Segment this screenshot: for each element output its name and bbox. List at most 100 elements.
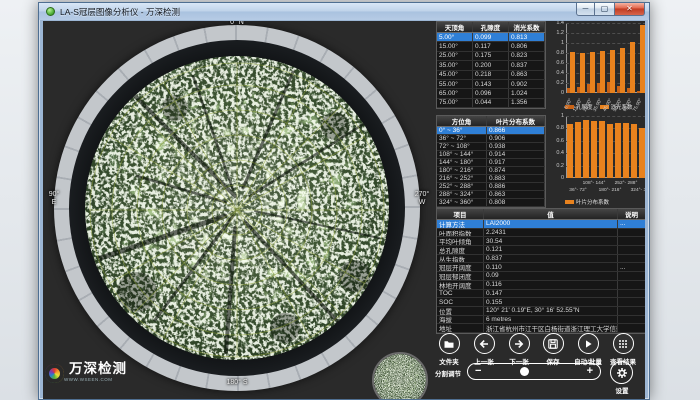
table-cell: 0.044 [473,99,509,107]
bar [610,50,615,93]
table-row[interactable]: 冠层开阔度0.110... [437,263,645,272]
close-button[interactable]: ✕ [614,3,645,16]
previous-button[interactable]: 上一张 [467,333,501,366]
slider-minus[interactable]: − [475,364,481,378]
table-row[interactable]: 180° ~ 216°0.874 [437,167,545,175]
table-cell: 180° ~ 216° [437,167,487,174]
save-button[interactable]: 保存 [536,333,570,366]
settings-button[interactable] [610,361,633,384]
table-row[interactable]: 位置120° 21' 0.19"E, 30° 16' 52.55"N [437,307,645,316]
table-cell: 平均叶倾角 [437,237,484,245]
table-cell: 55.00° [437,80,473,88]
table-cell: 0.099 [473,33,509,41]
table-cell: 30.54 [484,237,618,245]
table-row[interactable]: 15.00°0.1170.806 [437,42,545,51]
table-row[interactable]: 35.00°0.2000.837 [437,61,545,70]
next-button[interactable]: 下一张 [502,333,536,366]
bar [640,25,645,93]
table-row[interactable]: 林地开阔度0.116 [437,281,645,290]
column-header[interactable]: 项目 [437,209,484,219]
bar [575,122,580,178]
table-row[interactable]: 252° ~ 288°0.886 [437,183,545,191]
maximize-button[interactable]: ▢ [595,3,614,16]
column-header[interactable]: 天顶角 [437,22,473,32]
table-row[interactable]: 地址浙江省杭州市江干区白杨街道浙江理工大学信勤南路 [437,324,645,333]
column-header[interactable]: 说明 [618,209,645,219]
table-row[interactable]: TOC0.147 [437,290,645,299]
bar [590,52,595,93]
table-cell: 0° ~ 36° [437,127,487,134]
table-cell: 5.00° [437,33,473,41]
table-cell: 叶面积指数 [437,229,484,237]
table-row[interactable]: 总孔隙度0.121 [437,246,645,255]
table-cell: 144° ~ 180° [437,159,487,166]
table-cell [618,229,645,237]
table-cell: 0.121 [484,246,618,254]
table-row[interactable]: 冠层郁闭度0.09 [437,272,645,281]
logo-subtext: WWW.WSEEN.COM [64,377,127,382]
folder-button[interactable]: 文件夹 [432,333,466,366]
table-row[interactable]: 75.00°0.0441.356 [437,99,545,108]
table-cell [618,237,645,245]
table-cell [618,246,645,254]
auto-batch-button[interactable]: 自动/批量 [571,333,605,366]
table-cell: 林地开阔度 [437,281,484,289]
window-controls: ─ ▢ ✕ [576,3,645,16]
table-row[interactable]: 平均叶倾角30.54 [437,237,645,246]
minimize-button[interactable]: ─ [576,3,595,16]
table-cell: 位置 [437,307,484,315]
column-header[interactable]: 消光系数 [509,22,545,32]
fisheye-canopy-image[interactable] [85,56,389,360]
bar [580,53,585,93]
play-icon [578,333,599,354]
bar [631,124,636,178]
table-row[interactable]: 25.00°0.1750.823 [437,52,545,61]
compass-label-west: 270°W [407,191,437,207]
polar-grid-overlay [90,63,384,357]
table-cell: 计算方法 [437,220,484,228]
table-row[interactable]: 36° ~ 72°0.906 [437,135,545,143]
table-cell: 0.155 [484,298,618,306]
table-row[interactable]: 288° ~ 324°0.863 [437,191,545,199]
table-row[interactable]: 5.00°0.0990.813 [437,33,545,42]
table-cell: 0.938 [487,143,545,150]
slider-handle[interactable] [520,367,529,376]
brand-logo: 万深检测 WWW.WSEEN.COM [45,361,127,383]
legend-label: 叶片分布系数 [576,198,609,206]
table-cell: 75.00° [437,99,473,107]
table-row[interactable]: SOC0.155 [437,298,645,307]
table-row[interactable]: 65.00°0.0961.024 [437,89,545,98]
table-row[interactable]: 324° ~ 360°0.808 [437,199,545,207]
bar [600,51,605,93]
titlebar[interactable]: LA-S冠层图像分析仪 - 万深检测 ─ ▢ ✕ [39,3,649,20]
table-row[interactable]: 丛生指数0.837 [437,255,645,264]
table-row[interactable]: 72° ~ 108°0.938 [437,143,545,151]
table-row[interactable]: 55.00°0.1430.902 [437,80,545,89]
segmentation-slider[interactable]: − + [467,363,601,380]
table-row[interactable]: 144° ~ 180°0.917 [437,159,545,167]
table-cell: 0.917 [487,159,545,166]
preview-thumbnail[interactable] [372,352,428,399]
table-row[interactable]: 叶面积指数2.2431 [437,229,645,238]
table-row[interactable]: 计算方法LAI2000... [437,220,645,229]
table-row[interactable]: 108° ~ 144°0.914 [437,151,545,159]
table-cell: 0.116 [484,281,618,289]
column-header[interactable]: 方位角 [437,116,487,126]
table-row[interactable]: 45.00°0.2180.863 [437,71,545,80]
parameters-table: 项目值说明计算方法LAI2000...叶面积指数2.2431平均叶倾角30.54… [436,208,645,334]
column-header[interactable]: 值 [484,209,618,219]
slider-plus[interactable]: + [587,364,593,378]
arrow-left-icon [474,333,495,354]
table-header-row: 方位角叶片分布系数 [437,116,545,127]
column-header[interactable]: 孔隙度 [473,22,509,32]
bar [570,52,575,93]
y-tick-label: 0.4 [553,70,564,76]
table-cell: 0.200 [473,61,509,69]
table-row[interactable]: 0° ~ 36°0.866 [437,127,545,135]
chart-legend: 叶片分布系数 [565,198,609,206]
table-row[interactable]: 海拔6 metres [437,316,645,325]
table-row[interactable]: 216° ~ 252°0.883 [437,175,545,183]
y-tick-label: 0.6 [553,138,564,144]
column-header[interactable]: 叶片分布系数 [487,116,545,126]
logo-swirl-icon [45,364,64,383]
